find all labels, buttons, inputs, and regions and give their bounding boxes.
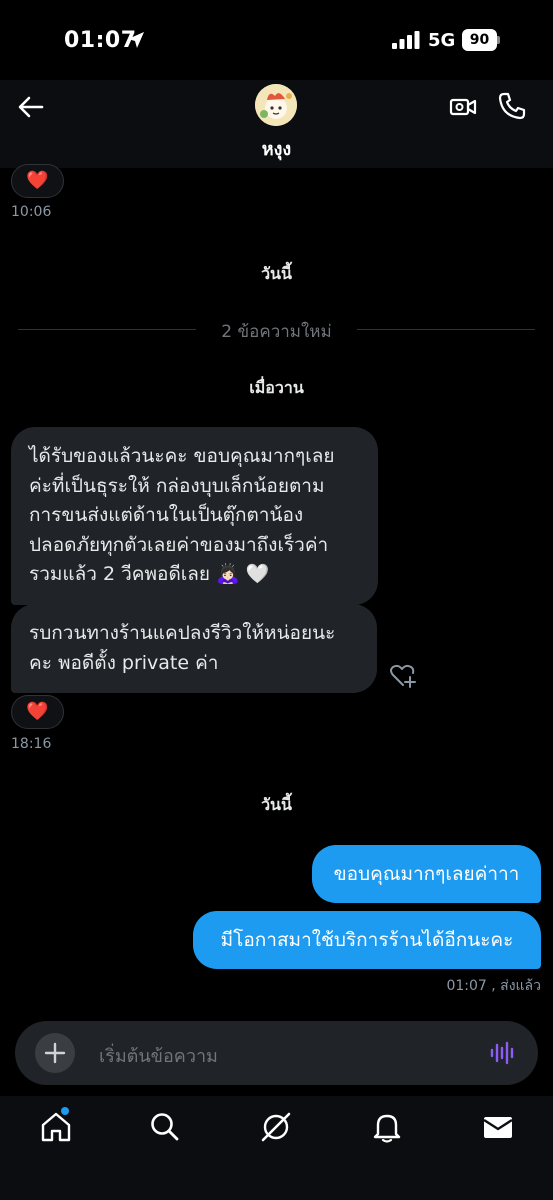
- phone-call-icon[interactable]: [497, 91, 527, 121]
- add-reaction-icon[interactable]: [389, 663, 417, 689]
- new-messages-divider: 2 ข้อความใหม่: [18, 318, 535, 342]
- message-line: ได้รับของแล้วนะคะ ขอบคุณมากๆเลย: [29, 445, 335, 467]
- message-timestamp: 10:06: [11, 204, 52, 220]
- message-line: ค่ะที่เป็นธุระให้ กล่องบุบเล็กน้อยตาม: [29, 474, 325, 497]
- message-line: รวมแล้ว 2 วีคพอดีเลย 🙇🏻‍♀️ 🤍: [29, 563, 270, 585]
- bell-icon[interactable]: [370, 1110, 404, 1144]
- day-label: วันนี้: [261, 795, 292, 814]
- incoming-message[interactable]: ได้รับของแล้วนะคะ ขอบคุณมากๆเลย ค่ะที่เป…: [11, 427, 378, 605]
- avatar[interactable]: [255, 84, 297, 126]
- conversation-header: หงุง: [0, 80, 553, 168]
- battery-icon: 90: [462, 29, 500, 51]
- message-reaction[interactable]: ❤️: [11, 695, 64, 729]
- message-composer: เริ่มต้นข้อความ: [15, 1021, 538, 1085]
- new-messages-label: 2 ข้อความใหม่: [221, 322, 332, 342]
- message-line: การขนส่งแต่ด้านในเป็นตุ๊กตาน้อง: [29, 504, 304, 526]
- mail-icon[interactable]: [481, 1110, 515, 1144]
- message-input[interactable]: เริ่มต้นข้อความ: [99, 1041, 218, 1070]
- video-call-icon[interactable]: [448, 92, 478, 122]
- signal-icon: [392, 31, 420, 49]
- message-line: ปลอดภัยทุกตัวเลยค่าของมาถึงเร็วค่า: [29, 533, 329, 556]
- outgoing-message[interactable]: ขอบคุณมากๆเลยค่าาา: [312, 845, 541, 903]
- notification-dot: [61, 1107, 69, 1115]
- grok-icon[interactable]: [259, 1110, 293, 1144]
- message-reaction[interactable]: ❤️: [11, 164, 64, 198]
- plus-icon: [44, 1042, 66, 1064]
- add-media-button[interactable]: [35, 1033, 75, 1073]
- back-arrow-icon[interactable]: [16, 92, 46, 122]
- message-line: รบกวนทางร้านแคปลงรีวิวให้หน่อยนะ: [29, 622, 336, 644]
- search-icon[interactable]: [148, 1110, 182, 1144]
- home-icon[interactable]: [39, 1110, 73, 1144]
- message-timestamp: 18:16: [11, 736, 52, 752]
- battery-level: 90: [462, 29, 497, 51]
- message-line: คะ พอดีตั้ง private ค่า: [29, 651, 219, 674]
- outgoing-message[interactable]: มีโอกาสมาใช้บริการร้านได้อีกนะคะ: [193, 911, 541, 969]
- network-type: 5G: [428, 30, 456, 51]
- status-bar: 01:07 5G 90: [0, 0, 553, 80]
- incoming-message[interactable]: รบกวนทางร้านแคปลงรีวิวให้หน่อยนะ คะ พอดี…: [11, 604, 377, 693]
- day-label: วันนี้: [261, 264, 292, 283]
- location-arrow-icon: [128, 32, 144, 48]
- sent-status: 01:07 , ส่งแล้ว: [446, 978, 541, 994]
- bottom-tab-bar: [0, 1096, 553, 1200]
- contact-name[interactable]: หงุง: [0, 134, 553, 163]
- voice-waveform-icon[interactable]: [490, 1041, 516, 1065]
- day-label: เมื่อวาน: [249, 378, 304, 397]
